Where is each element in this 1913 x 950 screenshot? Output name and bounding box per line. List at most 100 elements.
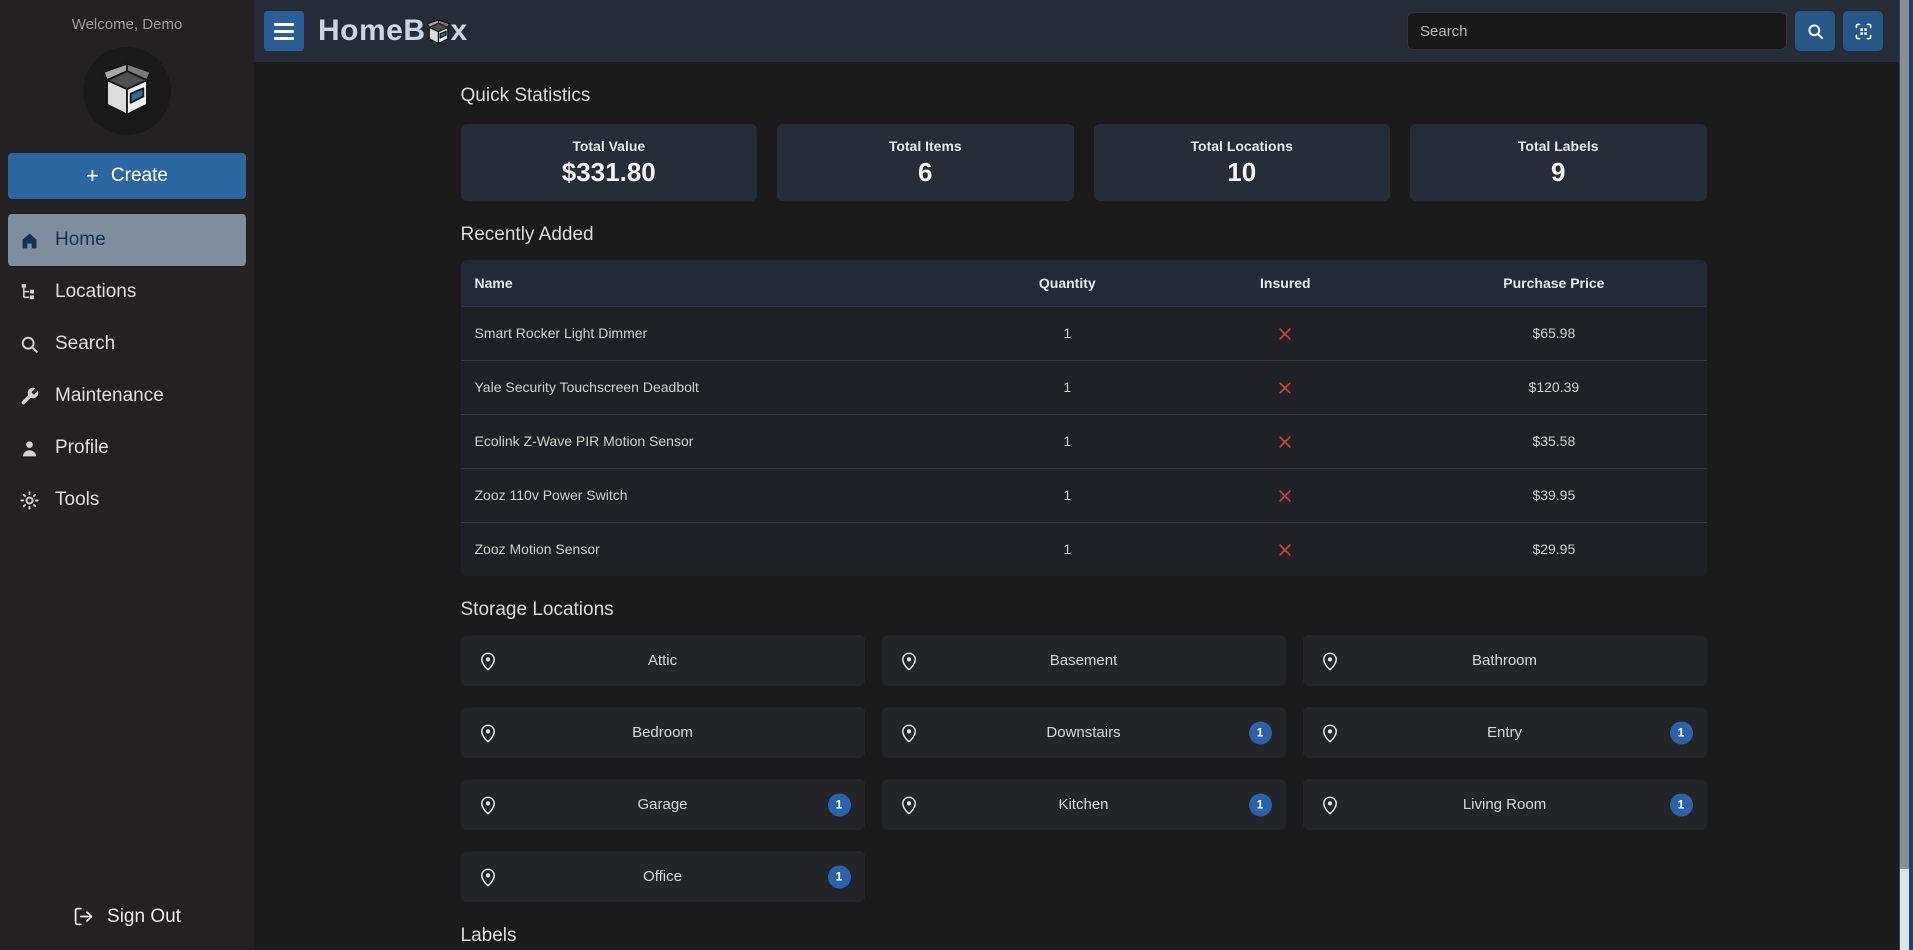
location-card[interactable]: Basement (882, 635, 1286, 686)
column-header-purchase-price: Purchase Price (1401, 260, 1706, 306)
wrench-icon (18, 385, 40, 407)
sidebar-item-maintenance[interactable]: Maintenance (8, 370, 246, 422)
search-submit-button[interactable] (1795, 11, 1835, 51)
sidebar-item-label: Home (55, 229, 106, 251)
location-count-badge: 1 (828, 865, 851, 888)
location-card[interactable]: Garage 1 (461, 779, 865, 830)
item-price: $120.39 (1401, 360, 1706, 414)
top-header: HomeB x (254, 0, 1913, 62)
map-pin-icon (1319, 650, 1341, 672)
sidebar-item-label: Tools (55, 489, 99, 511)
location-card[interactable]: Living Room 1 (1303, 779, 1707, 830)
recently-added-heading: Recently Added (461, 224, 1707, 246)
stat-card-total-locations: Total Locations 10 (1094, 124, 1391, 201)
main-area: HomeB x (254, 0, 1913, 950)
sidebar-item-profile[interactable]: Profile (8, 422, 246, 474)
location-card[interactable]: Office 1 (461, 851, 865, 902)
menu-button[interactable] (264, 11, 304, 51)
location-card[interactable]: Entry 1 (1303, 707, 1707, 758)
menu-icon (274, 23, 294, 26)
location-count-badge: 1 (1249, 721, 1272, 744)
stat-value: $331.80 (562, 157, 656, 188)
sidebar-item-label: Maintenance (55, 385, 164, 407)
item-quantity: 1 (965, 306, 1169, 360)
x-icon (1277, 434, 1293, 450)
table-row[interactable]: Smart Rocker Light Dimmer 1 $65.98 (461, 306, 1707, 360)
item-name: Ecolink Z-Wave PIR Motion Sensor (461, 414, 966, 468)
column-header-name: Name (461, 260, 966, 306)
item-quantity: 1 (965, 468, 1169, 522)
table-row[interactable]: Zooz Motion Sensor 1 $29.95 (461, 522, 1707, 576)
stat-value: 6 (918, 157, 932, 188)
labels-heading: Labels (461, 925, 1707, 947)
box-logo-icon (98, 62, 156, 120)
not-insured-cell (1169, 414, 1401, 468)
map-pin-icon (1319, 722, 1341, 744)
page-content: Quick Statistics Total Value $331.80 Tot… (254, 62, 1913, 950)
stat-card-total-labels: Total Labels 9 (1410, 124, 1707, 201)
sidebar-item-label: Locations (55, 281, 136, 303)
sidebar-item-search[interactable]: Search (8, 318, 246, 370)
location-name: Attic (648, 652, 677, 669)
sidebar-item-home[interactable]: Home (8, 214, 246, 266)
location-name: Entry (1487, 724, 1522, 741)
header-search-group (1407, 11, 1883, 51)
person-icon (18, 437, 40, 459)
location-card[interactable]: Bedroom (461, 707, 865, 758)
location-name: Living Room (1463, 796, 1546, 813)
not-insured-cell (1169, 468, 1401, 522)
sidebar: Welcome, Demo + Create Home (0, 0, 254, 950)
sign-out-button[interactable]: Sign Out (0, 898, 254, 936)
table-row[interactable]: Ecolink Z-Wave PIR Motion Sensor 1 $35.5… (461, 414, 1707, 468)
search-icon (18, 333, 40, 355)
sidebar-item-label: Profile (55, 437, 109, 459)
location-card[interactable]: Downstairs 1 (882, 707, 1286, 758)
item-price: $65.98 (1401, 306, 1706, 360)
location-count-badge: 1 (1670, 793, 1693, 816)
sign-out-label: Sign Out (107, 906, 181, 928)
stat-value: 9 (1551, 157, 1565, 188)
vertical-scrollbar[interactable] (1899, 0, 1913, 950)
search-input[interactable] (1407, 12, 1787, 50)
location-name: Office (643, 868, 682, 885)
home-icon (18, 229, 40, 251)
location-count-badge: 1 (1249, 793, 1272, 816)
create-button[interactable]: + Create (8, 153, 246, 199)
location-count-badge: 1 (828, 793, 851, 816)
stat-card-total-items: Total Items 6 (777, 124, 1074, 201)
qr-scan-button[interactable] (1843, 11, 1883, 51)
plus-icon: + (86, 165, 99, 187)
location-count-badge: 1 (1670, 721, 1693, 744)
location-name: Downstairs (1046, 724, 1120, 741)
sidebar-item-tools[interactable]: Tools (8, 474, 246, 526)
recently-added-table: Name Quantity Insured Purchase Price Sma… (461, 260, 1707, 576)
location-card[interactable]: Kitchen 1 (882, 779, 1286, 830)
item-name: Zooz Motion Sensor (461, 522, 966, 576)
stat-label: Total Labels (1518, 138, 1599, 154)
stat-label: Total Value (572, 138, 645, 154)
x-icon (1277, 326, 1293, 342)
map-pin-icon (477, 866, 499, 888)
sidebar-item-locations[interactable]: Locations (8, 266, 246, 318)
x-icon (1277, 488, 1293, 504)
stats-row: Total Value $331.80 Total Items 6 Total … (461, 124, 1707, 201)
item-price: $39.95 (1401, 468, 1706, 522)
table-row[interactable]: Yale Security Touchscreen Deadbolt 1 $12… (461, 360, 1707, 414)
welcome-text: Welcome, Demo (0, 0, 254, 33)
map-pin-icon (898, 650, 920, 672)
item-price: $29.95 (1401, 522, 1706, 576)
table-row[interactable]: Zooz 110v Power Switch 1 $39.95 (461, 468, 1707, 522)
location-card[interactable]: Attic (461, 635, 865, 686)
scrollbar-thumb[interactable] (1900, 0, 1909, 869)
stat-label: Total Items (889, 138, 962, 154)
box-logo-icon (425, 19, 452, 46)
map-pin-icon (898, 794, 920, 816)
x-icon (1277, 542, 1293, 558)
sidebar-item-label: Search (55, 333, 115, 355)
item-name: Yale Security Touchscreen Deadbolt (461, 360, 966, 414)
map-pin-icon (477, 722, 499, 744)
location-card[interactable]: Bathroom (1303, 635, 1707, 686)
map-pin-icon (477, 650, 499, 672)
sidebar-nav: Home Locations Search (0, 214, 254, 526)
item-quantity: 1 (965, 360, 1169, 414)
